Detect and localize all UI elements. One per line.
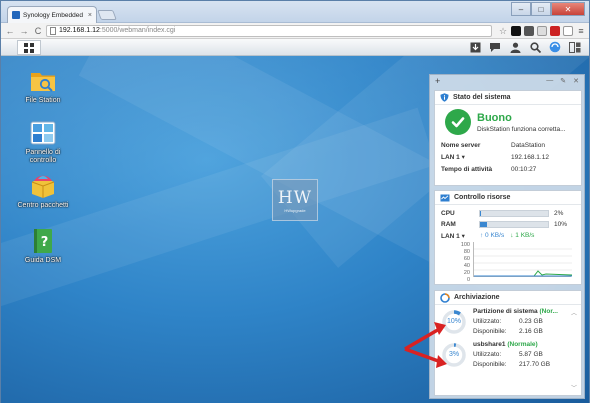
address-bar[interactable]: 192.168.1.12:5000/webman/index.cgi: [46, 24, 492, 37]
health-description: DiskStation funziona corretta...: [477, 125, 566, 133]
volume-percent: 3%: [448, 351, 460, 358]
pin-panel-icon[interactable]: ✎: [560, 77, 566, 85]
new-tab-button[interactable]: [97, 10, 117, 20]
dsm-tray: [469, 41, 581, 53]
storage-icon: [440, 292, 450, 303]
volume-name: usbshare1 (Normale): [473, 341, 538, 348]
widgets-icon[interactable]: [569, 41, 581, 53]
bookmark-star-icon[interactable]: ☆: [498, 26, 508, 36]
shortcut-dsm-help[interactable]: ? Guida DSM: [13, 227, 73, 265]
browser-tab[interactable]: Synology Embedded Data ×: [7, 6, 97, 23]
tab-strip: Synology Embedded Data × – □ ✕: [1, 1, 589, 23]
volume-item: 3% usbshare1 (Normale) Utilizzato: 5.87 G…: [435, 338, 581, 371]
forward-button[interactable]: →: [18, 25, 30, 37]
url-text: 192.168.1.12:5000/webman/index.cgi: [59, 27, 176, 34]
dsm-status-icon[interactable]: [549, 41, 561, 53]
shortcut-control-panel[interactable]: Pannello di controllo: [13, 119, 73, 165]
ram-usage-bar: [479, 221, 549, 228]
extension-b-icon[interactable]: [524, 25, 534, 36]
extension-e-icon[interactable]: [563, 25, 573, 36]
window-controls: – □ ✕: [511, 2, 585, 16]
close-window-button[interactable]: ✕: [551, 2, 585, 16]
maximize-button[interactable]: □: [531, 2, 551, 16]
shortcut-file-station[interactable]: File Station: [13, 67, 73, 105]
extension-icons: ☆ ≡: [498, 25, 586, 36]
info-row[interactable]: LAN 1 ▾ 192.168.1.12: [435, 151, 581, 163]
health-summary: Buono DiskStation funziona corretta...: [435, 105, 581, 139]
browser-menu-icon[interactable]: ≡: [576, 26, 586, 36]
info-row: Tempo di attività 00:10:27: [441, 165, 537, 173]
volume-free: Disponibile: 2.16 GB: [473, 328, 543, 335]
lan-row: LAN 1 ▾ ↑ 0 KB/s ↓ 1 KB/s: [435, 230, 581, 241]
volume-used: Utilizzato: 0.23 GB: [473, 318, 543, 325]
shortcut-label: File Station: [25, 97, 61, 104]
chart-plot-area: [473, 242, 573, 277]
reload-button[interactable]: C: [32, 25, 44, 37]
grid-icon: [24, 42, 34, 53]
main-menu-button[interactable]: [17, 40, 41, 55]
tab-close-icon[interactable]: ×: [88, 12, 92, 19]
volume-usage-donut: 10%: [441, 309, 467, 335]
control-panel-icon: [30, 121, 56, 145]
download-icon[interactable]: [469, 41, 481, 53]
volume-usage-donut: 3%: [441, 342, 467, 368]
page-icon: [50, 26, 56, 35]
volume-percent: 10%: [446, 318, 461, 325]
widget-title: Controllo risorse: [435, 191, 581, 205]
package-center-icon: [31, 175, 55, 198]
monitor-icon: [440, 194, 450, 201]
volume-free: Disponibile: 217.70 GB: [473, 361, 551, 368]
add-widget-button[interactable]: +: [435, 76, 440, 86]
ram-row: RAM 10%: [441, 221, 568, 228]
scroll-down-icon[interactable]: ﹀: [571, 383, 577, 392]
download-rate: ↓ 1 KB/s: [510, 232, 535, 239]
extension-d-icon[interactable]: [550, 25, 560, 36]
svg-text:?: ?: [41, 235, 49, 250]
back-button[interactable]: ←: [4, 25, 16, 37]
shortcut-label: Guida DSM: [24, 257, 62, 264]
widget-title: Stato del sistema: [435, 91, 581, 105]
widget-panel: + — ✎ ✕ Stato del sistema Buono DiskStat…: [429, 74, 585, 399]
extension-c-icon[interactable]: [537, 25, 547, 36]
extension-a-icon[interactable]: [511, 25, 521, 36]
watermark-logo: HW HWupgrade: [272, 179, 318, 221]
user-icon[interactable]: [509, 41, 521, 53]
upload-rate: ↑ 0 KB/s: [480, 232, 505, 239]
health-status: Buono: [477, 111, 512, 124]
browser-window: Synology Embedded Data × – □ ✕ ← → C 192…: [0, 0, 590, 403]
chat-icon[interactable]: [489, 41, 501, 53]
folder-icon: [31, 73, 55, 92]
shortcut-label: Centro pacchetti: [17, 202, 69, 209]
network-traffic-lines: [474, 248, 573, 277]
search-icon[interactable]: [529, 41, 541, 53]
chart-y-axis: 100 80 60 40 20 0: [460, 242, 470, 283]
widget-panel-header: + — ✎ ✕: [430, 75, 584, 87]
close-panel-icon[interactable]: ✕: [573, 77, 579, 85]
resource-monitor-widget: Controllo risorse CPU 2% RAM 10% LAN 1 ▾…: [434, 190, 582, 285]
shield-info-icon: [440, 93, 449, 102]
shortcut-label: Pannello di controllo: [25, 149, 61, 164]
browser-toolbar: ← → C 192.168.1.12:5000/webman/index.cgi…: [1, 23, 589, 39]
volume-name: Partizione di sistema (Nor...: [473, 308, 558, 315]
network-chart: 100 80 60 40 20 0: [441, 242, 575, 284]
tab-title: Synology Embedded Data: [23, 11, 85, 19]
storage-widget: Archiviazione ︿ 10% Partizione di sistem…: [434, 290, 582, 396]
system-health-widget: Stato del sistema Buono DiskStation funz…: [434, 90, 582, 186]
lan-selector[interactable]: LAN 1 ▾: [441, 232, 474, 240]
cpu-row: CPU 2%: [441, 210, 564, 217]
checkmark-icon: [445, 109, 471, 135]
dsm-taskbar: [1, 39, 589, 56]
shortcut-package-center[interactable]: Centro pacchetti: [13, 172, 73, 210]
info-row: Nome server DataStation: [441, 141, 545, 149]
minimize-panel-icon[interactable]: —: [546, 77, 553, 85]
synology-favicon-icon: [12, 11, 20, 19]
help-icon: ?: [34, 229, 52, 253]
minimize-button[interactable]: –: [511, 2, 531, 16]
widget-title: Archiviazione: [435, 291, 581, 305]
volume-used: Utilizzato: 5.87 GB: [473, 351, 543, 358]
volume-item: 10% Partizione di sistema (Nor... Utiliz…: [435, 305, 581, 338]
cpu-usage-bar: [479, 210, 549, 217]
